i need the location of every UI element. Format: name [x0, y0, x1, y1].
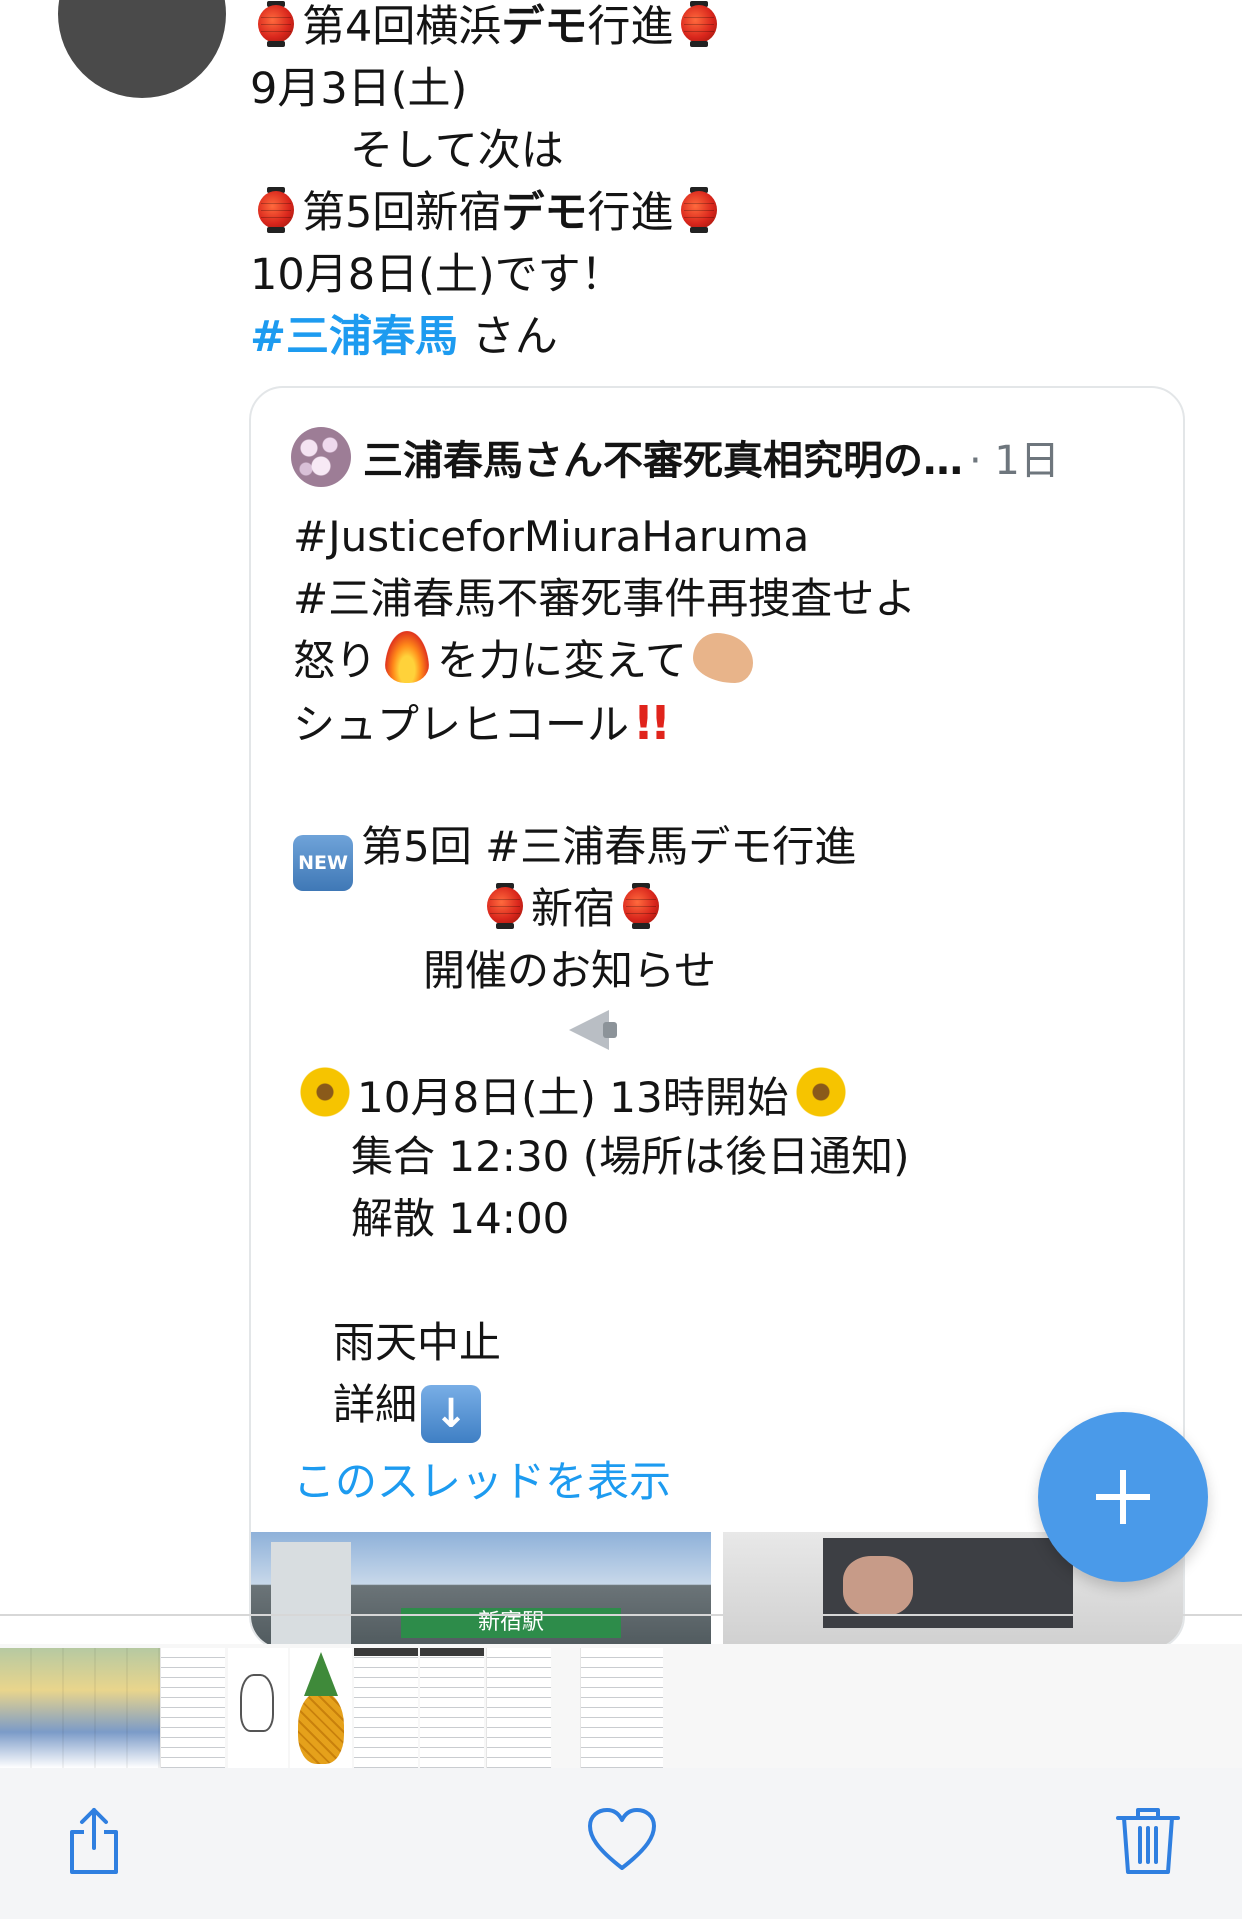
thumbnail[interactable]	[354, 1648, 418, 1768]
down-arrow-icon: ↓	[421, 1385, 482, 1443]
quote-line: #JusticeforMiuraHaruma	[293, 512, 810, 561]
quote-line-text: 10月8日(土) 13時開始	[357, 1073, 789, 1122]
thumbnail[interactable]	[420, 1648, 484, 1768]
quote-line-text: 怒り	[293, 636, 378, 685]
thumbnail[interactable]	[0, 1648, 160, 1768]
divider	[0, 1614, 1242, 1616]
favorite-button[interactable]	[582, 1800, 662, 1880]
lantern-icon	[681, 1, 718, 47]
quote-line-text: 詳細	[333, 1380, 418, 1429]
fire-icon	[385, 631, 430, 683]
quoted-tweet-header: 三浦春馬さん不審死真相究明の… · 1日	[291, 426, 1060, 488]
photo-viewer-screen: 第4回横浜デモ行進 9月3日(土) そして次は 第5回新宿デモ行進 10月8日(…	[0, 0, 1242, 1919]
quote-line: 開催のお知らせ	[423, 946, 717, 995]
quote-line: #三浦春馬不審死事件再捜査せよ	[293, 574, 917, 623]
tweet-line-text: 行進	[587, 2, 674, 52]
lantern-icon	[623, 883, 660, 929]
tweet-line-bold: デモ	[501, 2, 588, 52]
quote-line: NEW 第5回 #三浦春馬デモ行進	[293, 816, 1153, 891]
quote-line: 解散 14:00	[351, 1194, 570, 1243]
quote-line: 10月8日(土) 13時開始	[293, 1064, 1153, 1126]
sunflower-icon	[297, 1064, 353, 1120]
lantern-icon	[258, 1, 294, 47]
compose-button[interactable]	[1038, 1412, 1208, 1582]
quote-line-text: 新宿	[531, 884, 616, 933]
lantern-icon	[487, 883, 523, 929]
tweet-text: 第4回横浜デモ行進 9月3日(土) そして次は 第5回新宿デモ行進 10月8日(…	[250, 0, 1180, 368]
quoted-media-image[interactable]: 新宿駅	[251, 1532, 711, 1648]
thumbnail[interactable]	[486, 1648, 551, 1768]
quote-line: 雨天中止	[333, 1318, 502, 1367]
quoted-tweet-text: #JusticeforMiuraHaruma #三浦春馬不審死事件再捜査せよ 怒…	[293, 506, 1153, 1443]
quote-line: 集合 12:30 (場所は後日通知)	[351, 1132, 910, 1181]
quote-line-text: シュプレヒコール	[293, 700, 630, 749]
quoted-author-avatar	[291, 427, 351, 487]
tweet-line-5: 10月8日(土)です！	[250, 250, 624, 300]
photo-toolbar	[0, 1768, 1242, 1919]
trash-icon	[1116, 1808, 1180, 1874]
tweet-line-6: #三浦春馬 さん	[250, 306, 1180, 368]
tweet-line-text: 行進	[587, 188, 674, 238]
tweet-line-3: そして次は	[350, 126, 564, 176]
quote-line: 詳細 ↓	[293, 1374, 1153, 1443]
quote-line	[293, 1002, 1153, 1064]
plus-icon	[1096, 1470, 1150, 1524]
delete-button[interactable]	[1108, 1800, 1188, 1880]
quote-line: 怒り を力に変えて	[293, 630, 1153, 692]
lantern-icon	[258, 187, 294, 233]
quote-line: シュプレヒコール!!	[293, 692, 1153, 754]
quote-line-text: を力に変えて	[437, 636, 687, 685]
thumbnail[interactable]	[228, 1648, 288, 1768]
station-sign: 新宿駅	[401, 1608, 621, 1638]
user-avatar[interactable]	[58, 0, 226, 98]
lantern-icon	[681, 187, 718, 233]
double-exclamation-icon: !!	[633, 696, 671, 750]
flexed-biceps-icon	[692, 633, 753, 683]
tweet-line-1: 第4回横浜デモ行進	[250, 0, 1180, 58]
tweet-line-2: 9月3日(土)	[250, 64, 468, 114]
megaphone-icon	[563, 1002, 619, 1056]
tweet-line-text: さん	[458, 312, 558, 362]
thumbnail-strip[interactable]	[0, 1644, 1242, 1768]
show-thread-link[interactable]: このスレッドを表示	[293, 1448, 671, 1509]
share-icon	[70, 1808, 118, 1874]
quoted-tweet-card[interactable]: 三浦春馬さん不審死真相究明の… · 1日 #JusticeforMiuraHar…	[249, 386, 1185, 1650]
share-button[interactable]	[54, 1800, 134, 1880]
tweet-line-4: 第5回新宿デモ行進	[250, 182, 1180, 244]
new-badge-icon: NEW	[293, 835, 353, 891]
quote-line: 新宿	[293, 878, 1153, 940]
hashtag-link[interactable]: #三浦春馬	[250, 312, 458, 362]
thumbnail[interactable]	[290, 1648, 352, 1768]
quoted-timestamp: · 1日	[969, 438, 1060, 484]
tweet-line-bold: デモ	[501, 188, 588, 238]
heart-icon	[588, 1808, 656, 1870]
thumbnail-current[interactable]	[580, 1648, 663, 1768]
thumbnail[interactable]	[160, 1648, 225, 1768]
sunflower-icon	[792, 1064, 849, 1120]
tweet-line-text: 第4回横浜	[302, 2, 502, 52]
quote-line-text: 第5回 #三浦春馬デモ行進	[361, 822, 857, 871]
tweet-line-text: 第5回新宿	[302, 188, 502, 238]
quoted-author-name: 三浦春馬さん不審死真相究明の…	[363, 438, 963, 484]
